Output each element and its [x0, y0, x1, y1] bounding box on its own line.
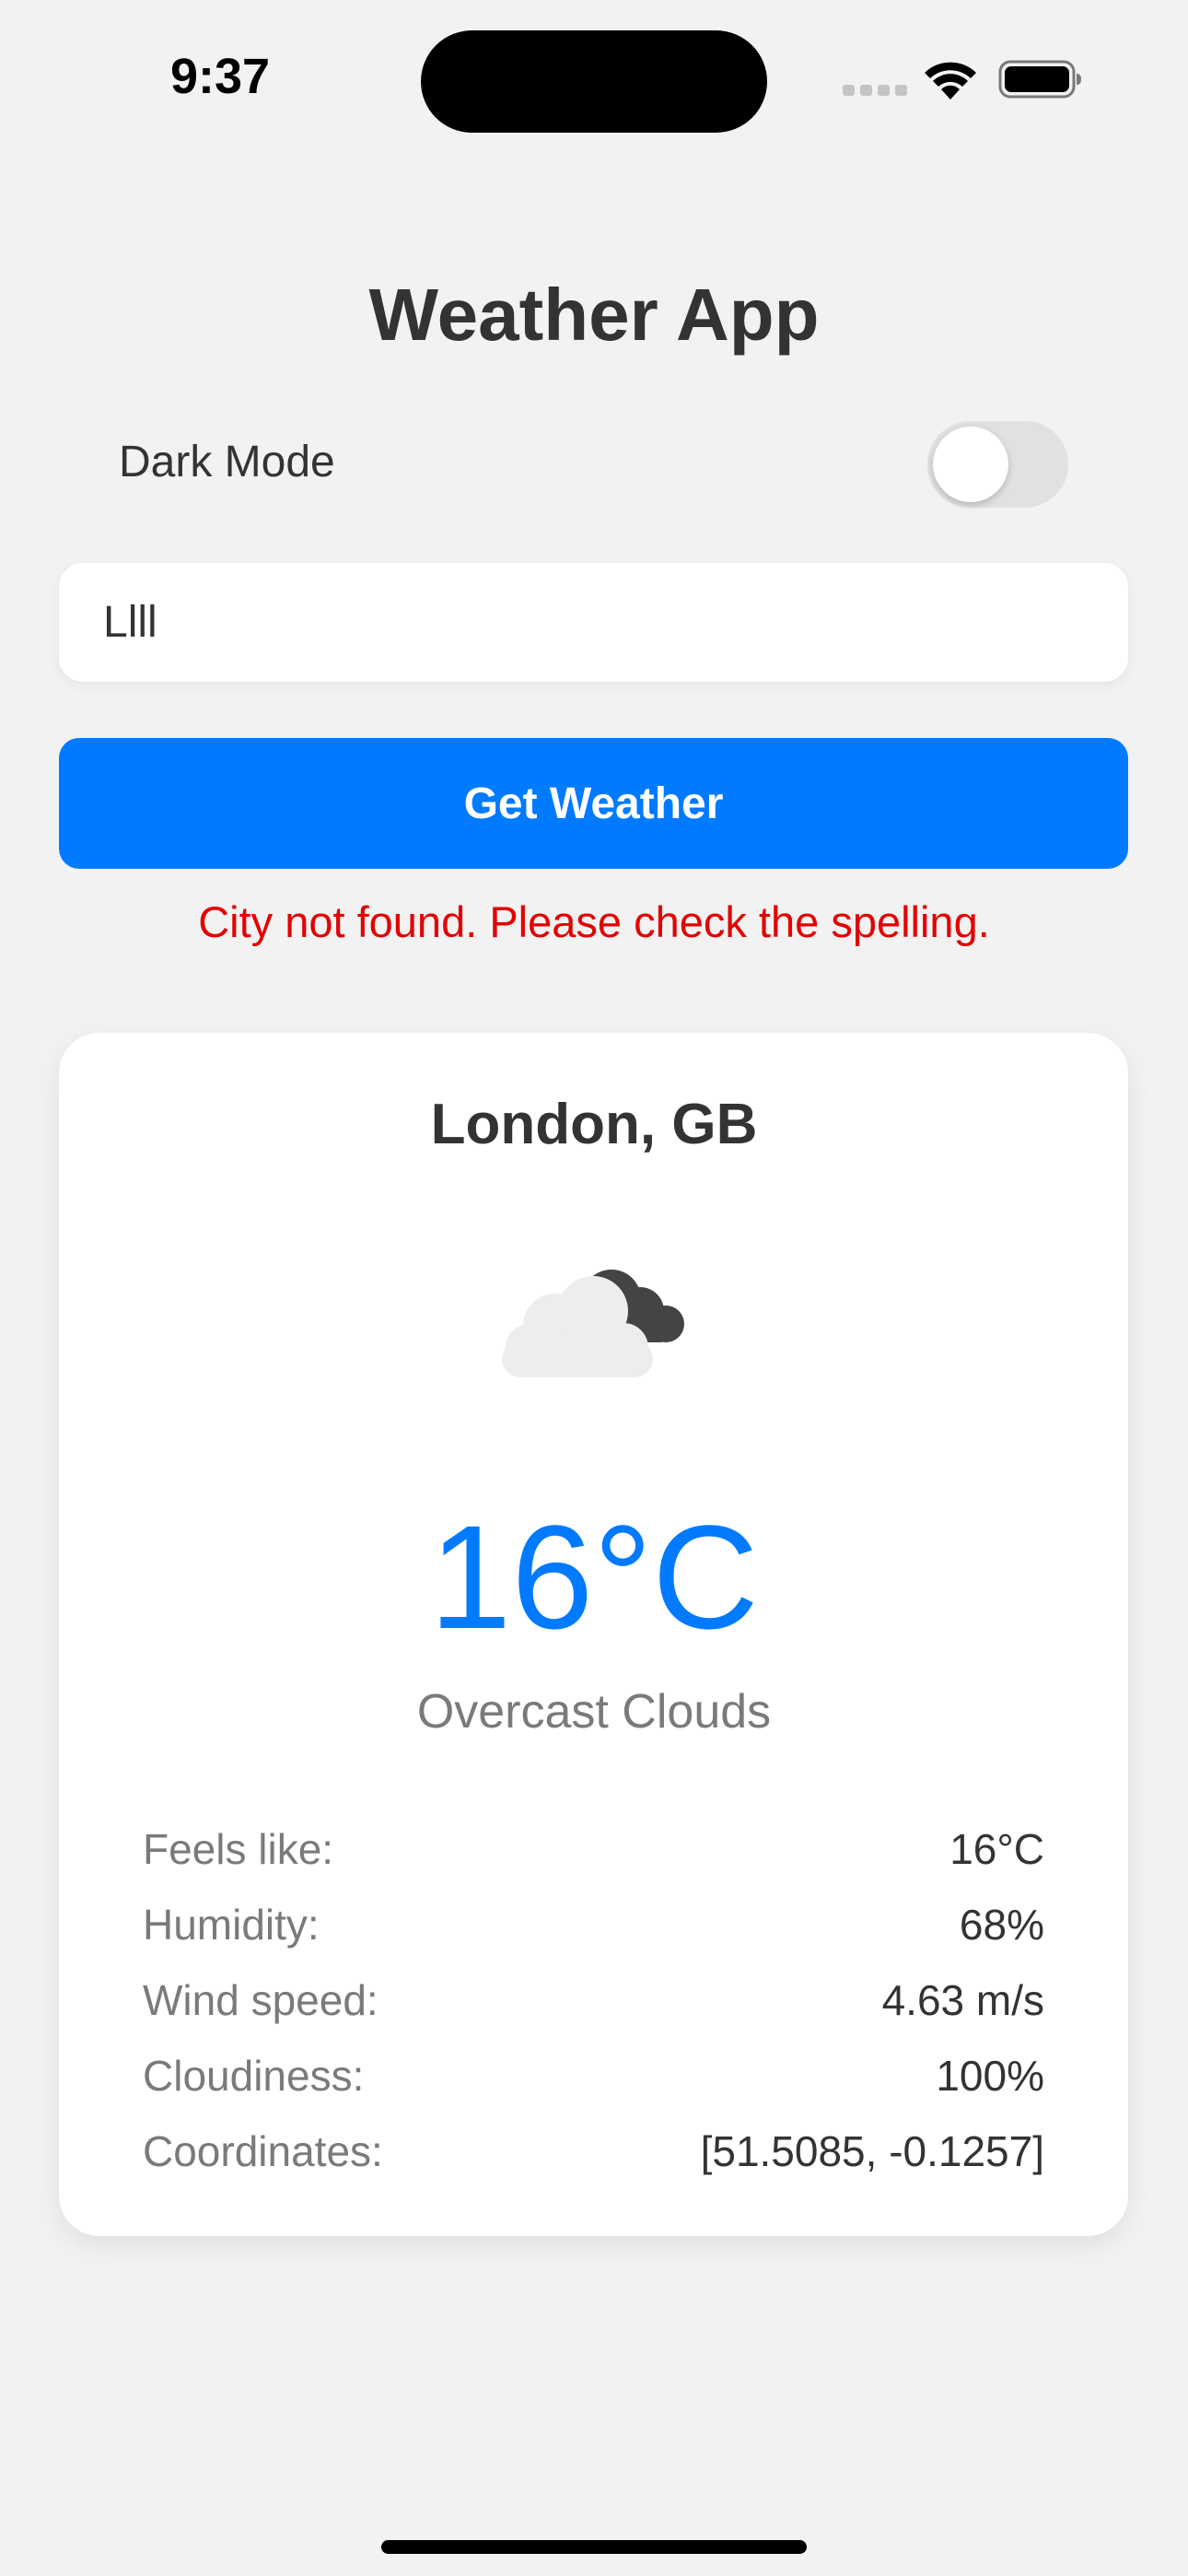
dark-mode-toggle[interactable] — [927, 421, 1068, 508]
detail-label: Cloudiness: — [143, 2052, 365, 2100]
detail-row-wind-speed: Wind speed: 4.63 m/s — [143, 1962, 1044, 2038]
dynamic-island — [421, 30, 767, 133]
temperature: 16°C — [429, 1494, 759, 1659]
wifi-icon — [925, 62, 976, 100]
detail-row-feels-like: Feels like: 16°C — [143, 1811, 1044, 1887]
get-weather-button[interactable]: Get Weather — [59, 738, 1128, 869]
status-time: 9:37 — [170, 49, 271, 104]
error-message: City not found. Please check the spellin… — [198, 897, 990, 946]
detail-value: 100% — [936, 2052, 1044, 2100]
city-name: London, GB — [430, 1093, 758, 1156]
detail-value: 68% — [959, 1901, 1044, 1949]
detail-row-humidity: Humidity: 68% — [143, 1887, 1044, 1962]
toggle-knob — [933, 427, 1008, 502]
overcast-clouds-icon — [502, 1270, 684, 1377]
signal-dots-icon — [843, 85, 907, 96]
page-title: Weather App — [368, 274, 820, 356]
city-input[interactable]: Llll — [59, 563, 1128, 682]
detail-row-cloudiness: Cloudiness: 100% — [143, 2038, 1044, 2113]
dark-mode-label: Dark Mode — [119, 438, 335, 486]
battery-icon — [998, 60, 1081, 99]
weather-description: Overcast Clouds — [416, 1685, 772, 1739]
status-bar: 9:37 — [0, 0, 1188, 157]
detail-label: Feels like: — [143, 1825, 334, 1873]
detail-label: Humidity: — [143, 1901, 320, 1949]
detail-value: 16°C — [949, 1825, 1044, 1873]
weather-details: Feels like: 16°C Humidity: 68% Wind spee… — [143, 1811, 1044, 2189]
detail-label: Coordinates: — [143, 2127, 383, 2175]
home-indicator[interactable] — [381, 2540, 807, 2554]
detail-label: Wind speed: — [143, 1976, 379, 2024]
detail-row-coordinates: Coordinates: [51.5085, -0.1257] — [143, 2113, 1044, 2189]
detail-value: [51.5085, -0.1257] — [700, 2127, 1044, 2175]
detail-value: 4.63 m/s — [881, 1976, 1044, 2024]
